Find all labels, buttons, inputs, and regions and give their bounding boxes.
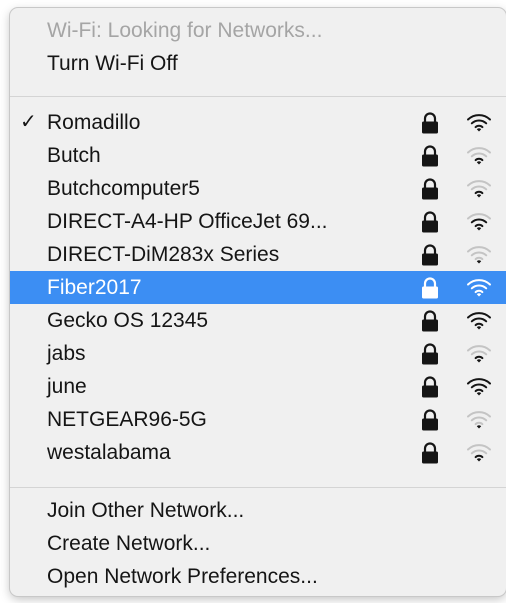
join-other-network-label: Join Other Network... — [47, 499, 245, 522]
wifi-signal-icon — [467, 411, 491, 429]
network-name: june — [47, 375, 87, 398]
network-name: Butch — [47, 144, 101, 167]
lock-icon — [422, 442, 438, 464]
separator — [10, 96, 506, 97]
turn-wifi-off-item[interactable]: Turn Wi-Fi Off — [10, 47, 506, 80]
network-item[interactable]: NETGEAR96-5G — [10, 403, 506, 436]
wifi-signal-icon — [467, 147, 491, 165]
network-name: jabs — [47, 342, 86, 365]
wifi-signal-icon — [467, 213, 491, 231]
network-item[interactable]: Gecko OS 12345 — [10, 304, 506, 337]
network-name: Romadillo — [47, 111, 141, 134]
network-name: Fiber2017 — [47, 276, 142, 299]
lock-icon — [422, 310, 438, 332]
lock-icon — [422, 343, 438, 365]
lock-icon — [422, 145, 438, 167]
wifi-signal-icon — [467, 345, 491, 363]
network-item[interactable]: june — [10, 370, 506, 403]
network-item[interactable]: ✓ Romadillo — [10, 106, 506, 139]
wifi-status: Wi-Fi: Looking for Networks... — [10, 14, 506, 47]
network-item[interactable]: DIRECT-A4-HP OfficeJet 69... — [10, 205, 506, 238]
create-network-label: Create Network... — [47, 532, 211, 555]
wifi-signal-icon — [467, 180, 491, 198]
wifi-menu: Wi-Fi: Looking for Networks... Turn Wi-F… — [10, 8, 506, 596]
lock-icon — [422, 376, 438, 398]
lock-icon — [422, 244, 438, 266]
wifi-signal-icon — [467, 279, 491, 297]
turn-wifi-off-label: Turn Wi-Fi Off — [47, 52, 178, 75]
lock-icon — [422, 409, 438, 431]
lock-icon — [422, 178, 438, 200]
network-item[interactable]: westalabama — [10, 436, 506, 469]
network-item[interactable]: Butch — [10, 139, 506, 172]
open-network-preferences-item[interactable]: Open Network Preferences... — [10, 560, 506, 593]
join-other-network-item[interactable]: Join Other Network... — [10, 494, 506, 527]
wifi-status-label: Wi-Fi: Looking for Networks... — [47, 19, 323, 42]
network-item[interactable]: jabs — [10, 337, 506, 370]
network-name: Gecko OS 12345 — [47, 309, 209, 332]
network-name: DIRECT-A4-HP OfficeJet 69... — [47, 210, 328, 233]
wifi-signal-icon — [467, 444, 491, 462]
wifi-signal-icon — [467, 312, 491, 330]
wifi-signal-icon — [467, 246, 491, 264]
wifi-signal-icon — [467, 114, 491, 132]
lock-icon — [422, 112, 438, 134]
separator — [10, 487, 506, 488]
network-item[interactable]: Fiber2017 — [10, 271, 506, 304]
network-item[interactable]: Butchcomputer5 — [10, 172, 506, 205]
lock-icon — [422, 211, 438, 233]
network-item[interactable]: DIRECT-DiM283x Series — [10, 238, 506, 271]
network-name: westalabama — [47, 441, 171, 464]
open-network-preferences-label: Open Network Preferences... — [47, 565, 318, 588]
network-name: DIRECT-DiM283x Series — [47, 243, 280, 266]
network-name: Butchcomputer5 — [47, 177, 200, 200]
wifi-signal-icon — [467, 378, 491, 396]
create-network-item[interactable]: Create Network... — [10, 527, 506, 560]
lock-icon — [422, 277, 438, 299]
network-name: NETGEAR96-5G — [47, 408, 207, 431]
checkmark-icon: ✓ — [20, 111, 37, 133]
